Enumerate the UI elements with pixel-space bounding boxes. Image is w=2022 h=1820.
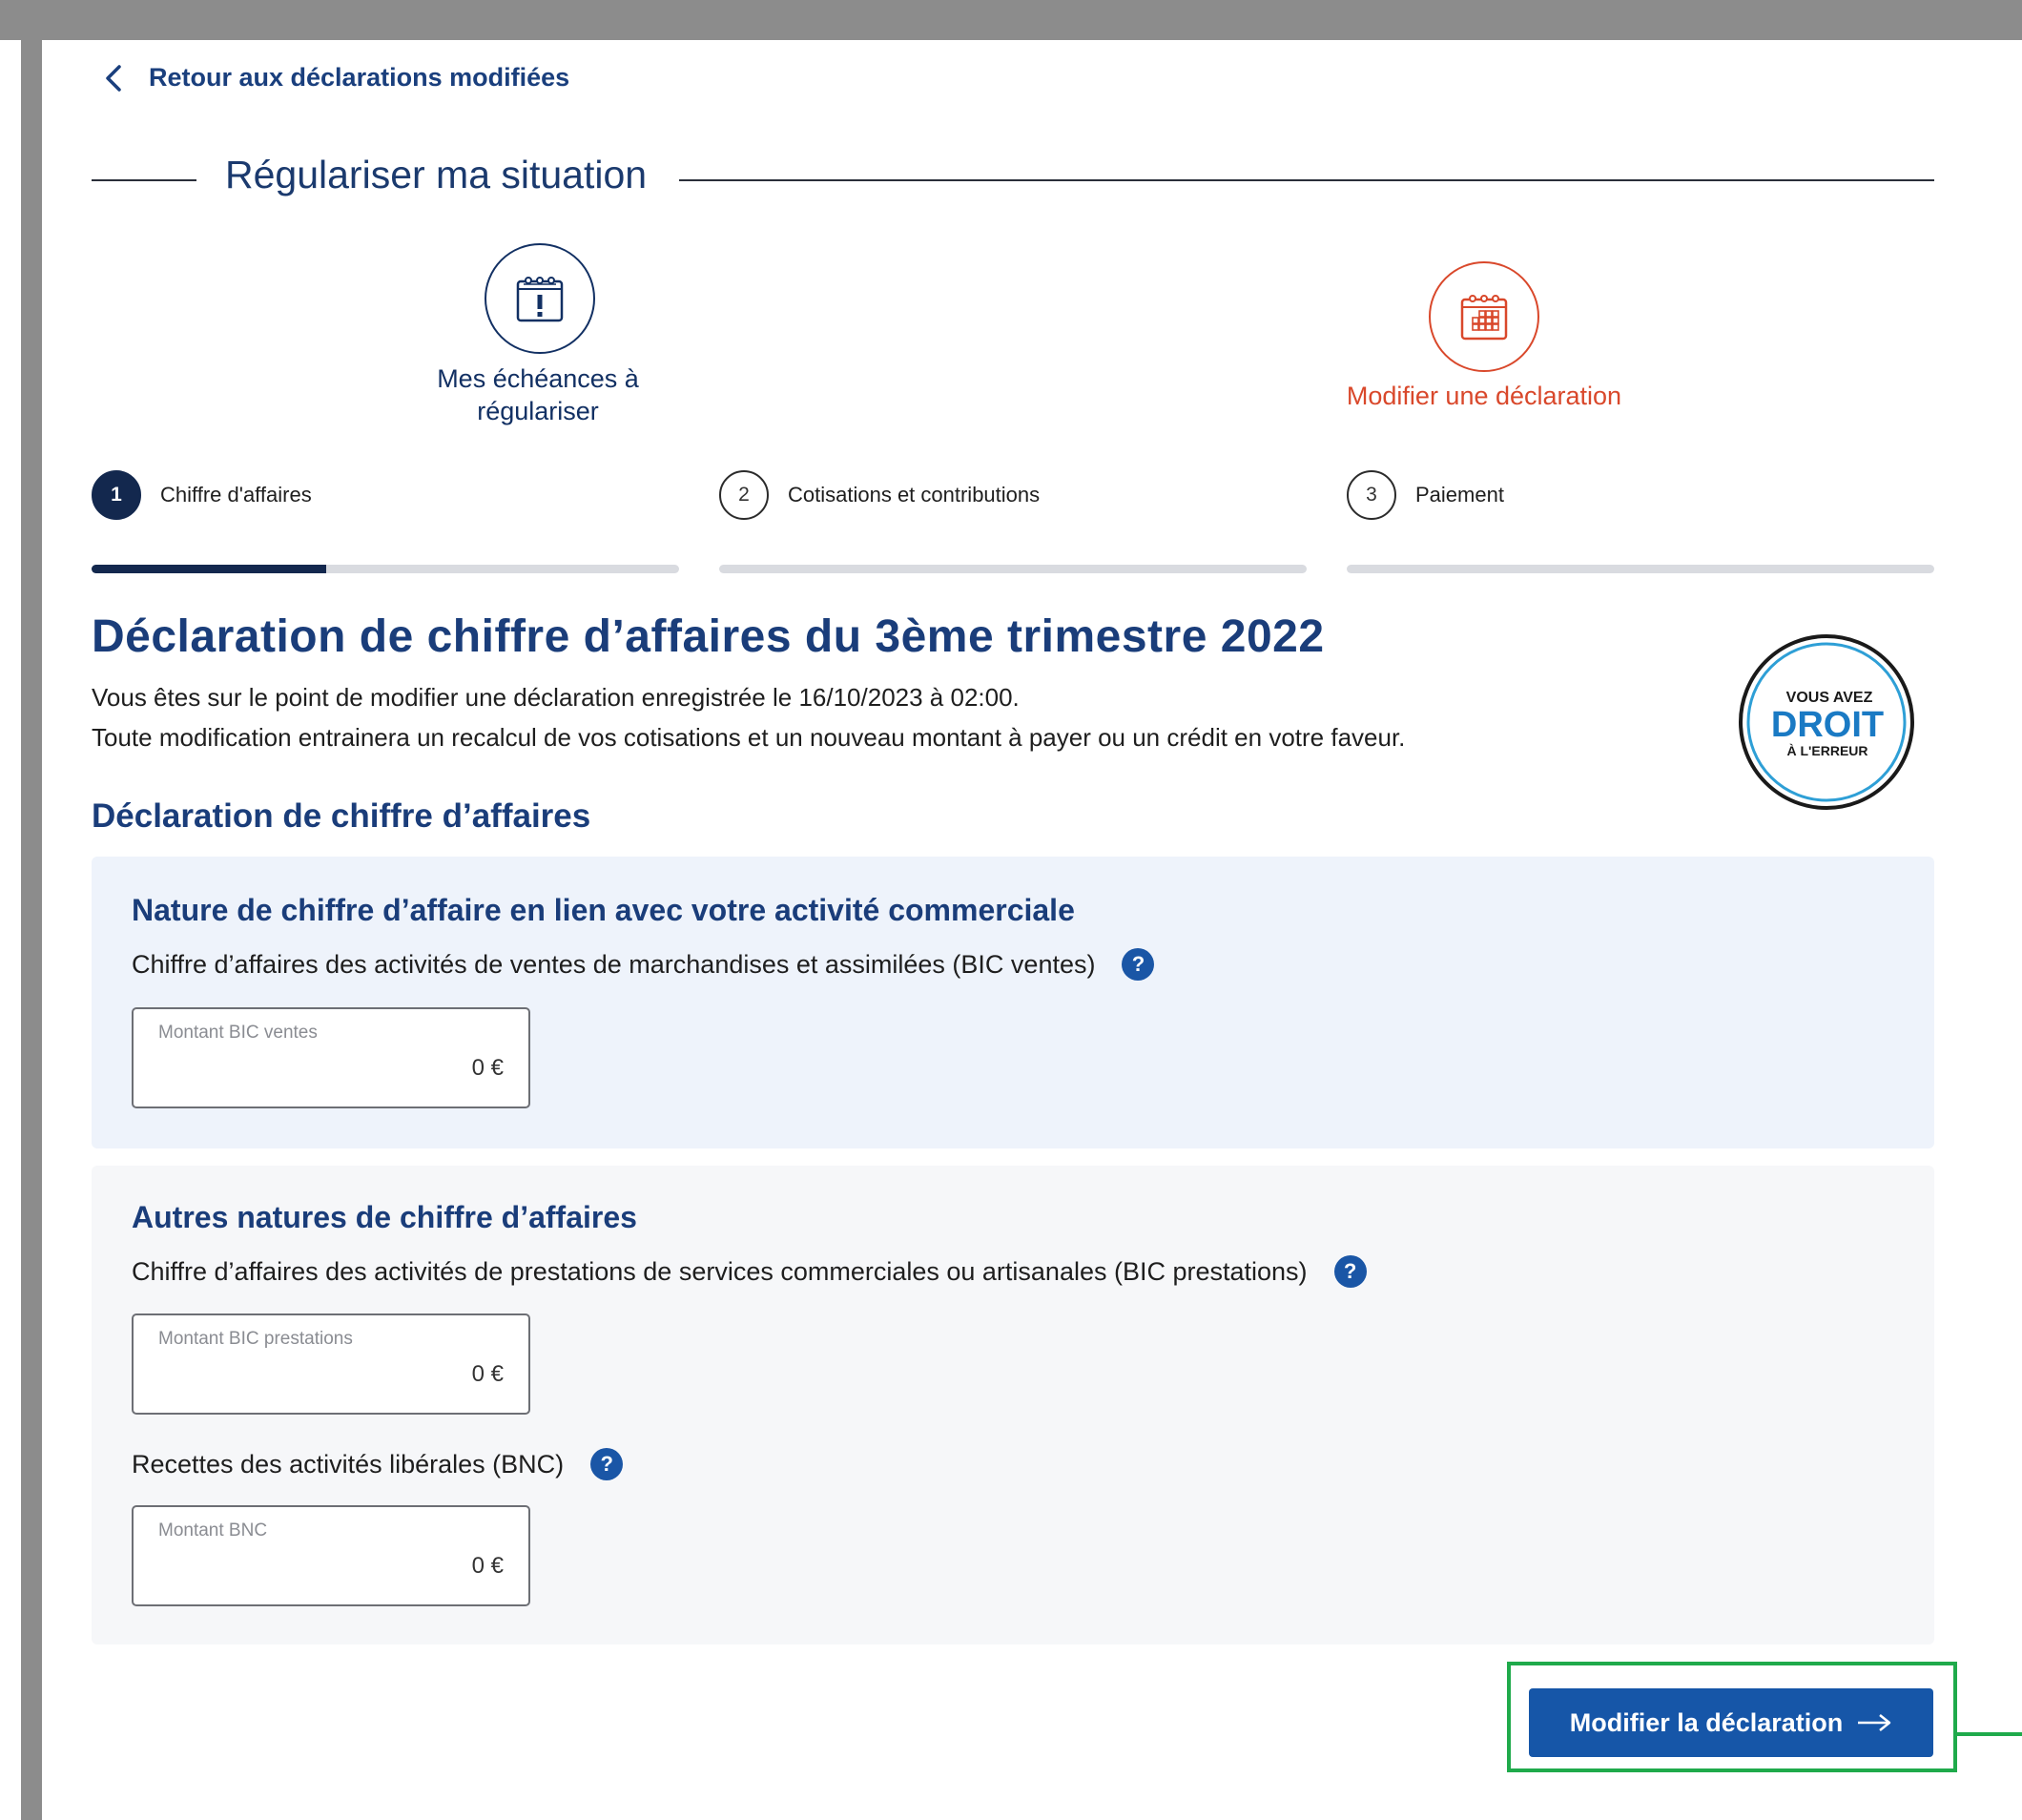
step-progress-fill bbox=[92, 565, 327, 573]
step-progress-bar bbox=[92, 565, 679, 573]
input-placeholder: Montant BNC bbox=[158, 1520, 268, 1541]
step-paiement[interactable]: 3 Paiement bbox=[1347, 470, 1504, 520]
journey-item-echeances[interactable] bbox=[485, 243, 595, 354]
step-chiffre-affaires[interactable]: 1 Chiffre d'affaires bbox=[92, 470, 312, 520]
modifier-declaration-button[interactable]: Modifier la déclaration bbox=[1529, 1688, 1933, 1757]
bic-ventes-input[interactable]: Montant BIC ventes 0 € bbox=[132, 1007, 530, 1108]
step-progress-bar bbox=[719, 565, 1307, 573]
step-label: Chiffre d'affaires bbox=[160, 483, 312, 507]
input-placeholder: Montant BIC prestations bbox=[158, 1329, 353, 1349]
calendar-alert-icon bbox=[516, 277, 564, 322]
section-subtitle: Déclaration de chiffre d’affaires bbox=[92, 797, 591, 835]
chevron-left-icon bbox=[106, 64, 121, 92]
card-autres-natures: Autres natures de chiffre d’affaires Chi… bbox=[92, 1166, 1934, 1644]
input-value: 0 € bbox=[471, 1055, 504, 1081]
calendar-grid-icon bbox=[1460, 295, 1508, 341]
window-frame-left bbox=[21, 0, 42, 1820]
bic-ventes-label: Chiffre d’affaires des activités de vent… bbox=[132, 948, 1155, 981]
intro-text-line-2: Toute modification entrainera un recalcu… bbox=[92, 723, 1406, 752]
card-activite-commerciale: Nature de chiffre d’affaire en lien avec… bbox=[92, 857, 1934, 1148]
step-number: 2 bbox=[719, 470, 769, 520]
journey-label-echeances: Mes échéances à régulariser bbox=[437, 364, 639, 425]
field-label-text: Chiffre d’affaires des activités de pres… bbox=[132, 1256, 1308, 1286]
input-placeholder: Montant BIC ventes bbox=[158, 1023, 318, 1043]
badge-line-3: À L'ERREUR bbox=[1787, 743, 1868, 758]
step-number: 3 bbox=[1347, 470, 1396, 520]
step-label: Cotisations et contributions bbox=[788, 483, 1041, 507]
badge-line-1: VOUS AVEZ bbox=[1786, 690, 1873, 706]
step-cotisations[interactable]: 2 Cotisations et contributions bbox=[719, 470, 1040, 520]
step-number: 1 bbox=[92, 470, 141, 520]
journey-item-modifier[interactable] bbox=[1429, 261, 1539, 372]
bnc-input[interactable]: Montant BNC 0 € bbox=[132, 1505, 530, 1606]
droit-erreur-badge: VOUS AVEZ DROIT À L'ERREUR bbox=[1739, 634, 1914, 810]
bic-prestations-label: Chiffre d’affaires des activités de pres… bbox=[132, 1255, 1367, 1288]
arrow-right-icon bbox=[1858, 1714, 1891, 1731]
back-link-label: Retour aux déclarations modifiées bbox=[149, 63, 570, 92]
field-label-text: Recettes des activités libérales (BNC) bbox=[132, 1449, 565, 1479]
button-label: Modifier la déclaration bbox=[1569, 1707, 1844, 1737]
badge-line-2: DROIT bbox=[1771, 705, 1884, 745]
intro-text-line-1: Vous êtes sur le point de modifier une d… bbox=[92, 683, 1020, 712]
input-value: 0 € bbox=[471, 1553, 504, 1579]
back-link[interactable]: Retour aux déclarations modifiées bbox=[103, 63, 569, 93]
help-icon[interactable]: ? bbox=[1333, 1255, 1367, 1288]
step-label: Paiement bbox=[1415, 483, 1504, 507]
journey-label-modifier: Modifier une déclaration bbox=[1346, 382, 1622, 410]
section-rule-right bbox=[679, 179, 1934, 181]
card-title: Autres natures de chiffre d’affaires bbox=[132, 1200, 637, 1234]
highlight-connector-line bbox=[1957, 1732, 2022, 1736]
field-label-text: Chiffre d’affaires des activités de vent… bbox=[132, 949, 1096, 979]
bnc-label: Recettes des activités libérales (BNC) ? bbox=[132, 1448, 624, 1480]
input-value: 0 € bbox=[471, 1361, 504, 1387]
bic-prestations-input[interactable]: Montant BIC prestations 0 € bbox=[132, 1313, 530, 1415]
page-title: Déclaration de chiffre d’affaires du 3èm… bbox=[92, 611, 1325, 662]
section-title: Régulariser ma situation bbox=[225, 153, 648, 196]
help-icon[interactable]: ? bbox=[1122, 948, 1155, 981]
help-icon[interactable]: ? bbox=[590, 1448, 624, 1480]
card-title: Nature de chiffre d’affaire en lien avec… bbox=[132, 893, 1075, 927]
window-frame-top bbox=[0, 0, 2022, 40]
step-progress-bar bbox=[1347, 565, 1934, 573]
section-rule-left bbox=[92, 179, 196, 181]
